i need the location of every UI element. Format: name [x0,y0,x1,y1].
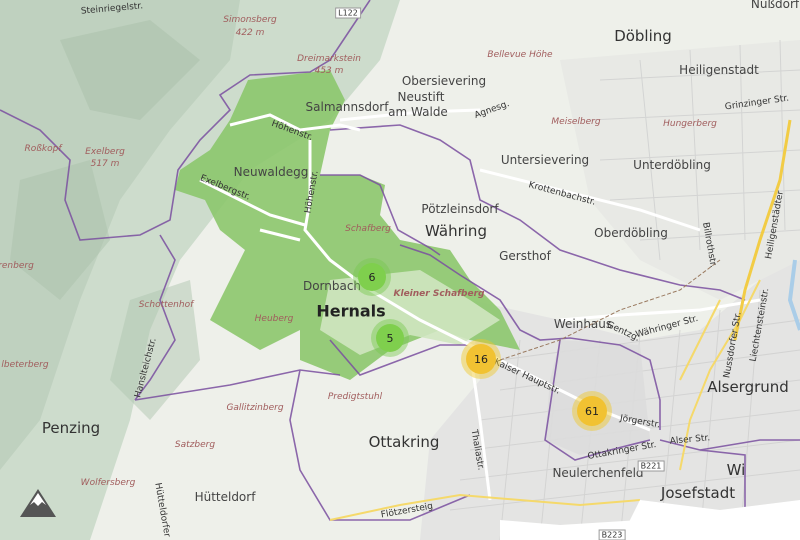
poi-renberg: renberg [0,261,34,271]
cluster-marker-5[interactable]: 5 [371,319,409,357]
label-poetzleinsdorf: Pötzleinsdorf [421,202,499,216]
poi-rosskopf: Roßkopf [24,144,62,154]
poi-wolfersberg: Wolfersberg [80,478,136,488]
label-waehring: Währing [425,222,487,240]
poi-beterberg: lbeterberg [1,360,49,370]
label-salmannsdorf: Salmannsdorf [305,100,389,114]
label-neulerchenfeld: Neulerchenfeld [552,466,644,480]
poi-simonsberg: Simonsberg [223,15,277,25]
poi-heuberg: Heuberg [254,314,294,324]
road-shield-b223: B223 [598,529,626,540]
label-josefstadt: Josefstadt [660,484,736,502]
label-amwalde: am Walde [388,105,448,119]
cluster-count: 16 [466,344,496,374]
label-penzing: Penzing [41,419,101,437]
cluster-count: 6 [358,263,386,291]
label-obersievering: Obersievering [401,74,487,88]
poi-schafberg: Schafberg [345,224,391,234]
mountain-logo-icon[interactable] [18,487,58,519]
road-shield-l122: L122 [335,7,361,19]
poi-exelberg: Exelberg [85,147,125,157]
poi-simonsberg-height: 422 m [235,28,265,38]
label-huetteldorf: Hütteldorf [194,490,256,504]
cluster-marker-6[interactable]: 6 [353,258,391,296]
poi-hungerberg: Hungerberg [663,119,717,129]
poi-exelberg-height: 517 m [90,159,120,169]
label-weinhaus: Weinhaus [553,317,613,331]
label-hernals: Hernals [316,301,386,321]
cluster-count: 5 [376,324,404,352]
label-untersievering: Untersievering [500,153,590,167]
label-wi: Wi [726,461,746,479]
label-doebling: Döbling [614,27,672,45]
poi-kleiner-schafberg: Kleiner Schafberg [393,289,485,299]
poi-meiselberg: Meiselberg [551,117,601,127]
poi-schottenhof: Schottenhof [138,300,194,310]
poi-dreimarkstein-height: 453 m [314,66,344,76]
label-alsergrund: Alsergrund [707,378,789,396]
label-heiligenstadt: Heiligenstadt [679,63,759,77]
cluster-marker-61[interactable]: 61 [572,391,612,431]
road-shield-b221: B221 [637,460,665,472]
basemap [0,0,800,540]
poi-bellevue: Bellevue Höhe [487,50,553,60]
label-oberdoebling: Oberdöbling [594,226,668,240]
label-nussdorf: Nußdorf [750,0,800,11]
poi-dreimarkstein: Dreimarkstein [297,54,361,64]
label-dornbach: Dornbach [302,279,362,293]
label-unterdoebling: Unterdöbling [633,158,711,172]
poi-gallitzinberg: Gallitzinberg [226,403,284,413]
label-neustift: Neustift [397,90,445,104]
cluster-count: 61 [577,396,607,426]
label-gersthof: Gersthof [499,249,551,263]
label-neuwaldegg: Neuwaldegg [233,165,309,179]
map-canvas[interactable]: Döbling Währing Hernals Ottakring Penzin… [0,0,800,540]
cluster-marker-16[interactable]: 16 [461,339,501,379]
label-ottakring: Ottakring [368,433,440,451]
poi-predigtstuhl: Predigtstuhl [327,392,383,402]
poi-satzberg: Satzberg [174,440,216,450]
